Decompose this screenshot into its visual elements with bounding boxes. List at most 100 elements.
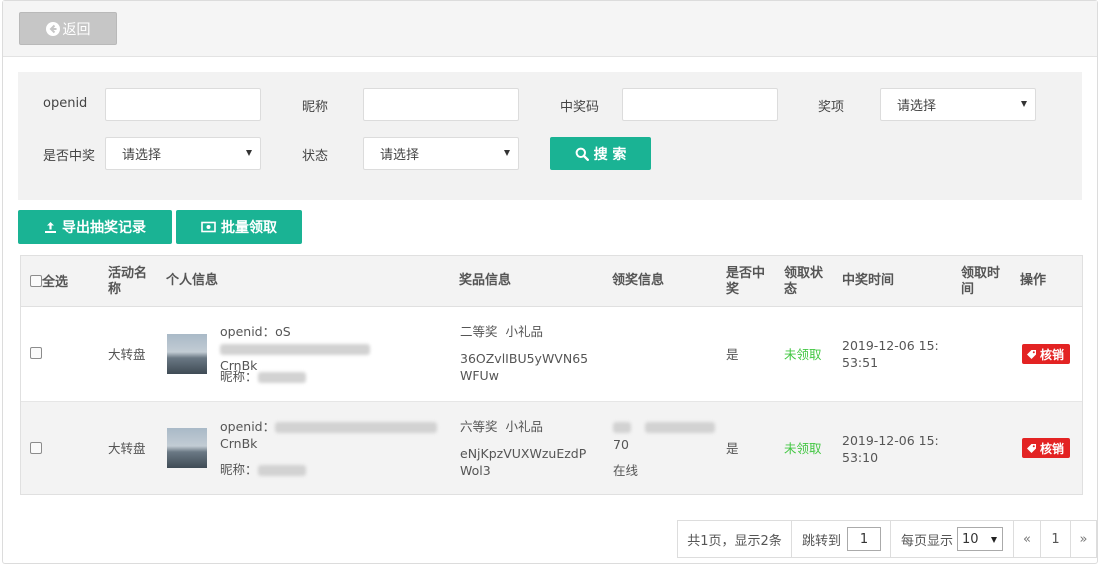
prev-page-glyph: « — [1023, 531, 1031, 547]
header-prize: 奖品信息 — [459, 273, 512, 288]
header-is-win: 是否中奖 — [726, 266, 766, 297]
top-toolbar: 返回 — [3, 1, 1097, 57]
pagination-page-1[interactable]: 1 — [1040, 520, 1071, 558]
batch-claim-button[interactable]: 批量领取 — [176, 210, 302, 244]
redacted-nickname — [257, 465, 306, 476]
win-time-value: 2019-12-06 15:53:10 — [842, 433, 939, 465]
openid-prefix: openid： — [220, 419, 276, 434]
chevron-down-icon — [246, 150, 252, 156]
win-time-value: 2019-12-06 15:53:51 — [842, 338, 939, 370]
avatar — [167, 334, 207, 374]
redacted-phone — [644, 422, 715, 433]
export-icon — [45, 221, 56, 233]
header-select-all: 全选 — [42, 275, 69, 290]
next-page-glyph: » — [1079, 531, 1088, 547]
header-personal: 个人信息 — [166, 273, 219, 288]
win-code-label: 中奖码 — [560, 100, 600, 115]
header-claim-info: 领奖信息 — [612, 273, 665, 288]
table-header: 全选 活动名称 个人信息 奖品信息 领奖信息 是否中奖 领取状态 中奖时间 领取… — [21, 256, 1082, 307]
pagination-page-size: 每页显示 10 — [890, 520, 1014, 558]
prize-code: 36OZvlIBU5yWVN65WFUw — [460, 351, 589, 383]
redacted-claimant — [613, 422, 631, 433]
nickname-label: 昵称 — [302, 100, 329, 115]
per-page-label: 每页显示 — [901, 533, 954, 549]
export-records-label: 导出抽奖记录 — [62, 220, 146, 236]
pagination-summary-text: 共1页，显示2条 — [687, 533, 782, 549]
avatar — [167, 428, 207, 468]
search-button-label: 搜 索 — [593, 146, 627, 163]
prize-label: 奖项 — [818, 100, 845, 115]
redacted-openid — [275, 422, 438, 433]
chevron-down-icon — [504, 150, 510, 156]
table-row: 大转盘 openid：oS CrnBk 昵称： 二等奖 小礼品 36OZvlIB… — [21, 307, 1082, 401]
status-select-value: 请选择 — [380, 148, 420, 163]
per-page-select[interactable]: 10 — [957, 527, 1004, 551]
search-button[interactable]: 搜 索 — [550, 137, 651, 170]
redacted-openid — [220, 344, 370, 355]
verify-button[interactable]: 核销 — [1022, 344, 1071, 364]
activity-name: 大转盘 — [108, 347, 146, 362]
verify-button-label: 核销 — [1040, 441, 1065, 456]
openid-text: openid：oS CrnBk — [220, 323, 440, 374]
pagination-next[interactable]: » — [1070, 520, 1097, 558]
pagination-summary: 共1页，显示2条 — [677, 520, 792, 558]
claim-info-line2: 70 — [613, 437, 629, 452]
prize-select-value: 请选择 — [897, 99, 937, 114]
prize-name: 六等奖 小礼品 — [460, 419, 543, 434]
win-code-input[interactable] — [622, 88, 778, 121]
is-win-value: 是 — [726, 441, 739, 456]
money-icon — [201, 221, 216, 233]
search-icon — [575, 147, 589, 161]
chevron-down-icon — [991, 537, 998, 543]
nickname-prefix: 昵称： — [220, 369, 258, 384]
arrow-left-circle-icon — [45, 21, 60, 36]
claim-info-line1 — [613, 418, 715, 435]
back-button-label: 返回 — [62, 21, 91, 38]
row-checkbox[interactable] — [30, 442, 42, 454]
records-table: 全选 活动名称 个人信息 奖品信息 领奖信息 是否中奖 领取状态 中奖时间 领取… — [20, 255, 1083, 495]
nickname-text: 昵称： — [220, 461, 306, 478]
header-activity: 活动名称 — [108, 266, 148, 297]
chevron-down-icon — [1021, 101, 1027, 107]
is-win-label: 是否中奖 — [43, 149, 96, 164]
openid-input[interactable] — [105, 88, 261, 121]
header-win-time: 中奖时间 — [842, 273, 895, 288]
table-row: 大转盘 openid： CrnBk 昵称： 六等奖 小礼品 eNjKpzVUXW… — [21, 401, 1082, 494]
claim-status-value: 未领取 — [784, 347, 822, 362]
export-records-button[interactable]: 导出抽奖记录 — [18, 210, 172, 244]
back-button[interactable]: 返回 — [19, 12, 117, 45]
jump-label: 跳转到 — [802, 533, 842, 549]
openid-label: openid — [43, 96, 88, 111]
header-claim-status: 领取状态 — [784, 266, 824, 297]
header-operation: 操作 — [1020, 273, 1047, 288]
pagination-jump: 跳转到 1 — [791, 520, 891, 558]
jump-page-input[interactable]: 1 — [847, 527, 882, 551]
page-frame: 返回 openid 昵称 中奖码 奖项 请选择 是否中奖 请选择 状态 请选择 … — [2, 0, 1098, 564]
is-win-select[interactable]: 请选择 — [105, 137, 261, 170]
activity-name: 大转盘 — [108, 441, 146, 456]
is-win-value: 是 — [726, 347, 739, 362]
row-checkbox[interactable] — [30, 347, 42, 359]
batch-claim-label: 批量领取 — [221, 220, 277, 236]
claim-status-value: 未领取 — [784, 441, 822, 456]
nickname-prefix: 昵称： — [220, 462, 258, 477]
tag-icon — [1027, 443, 1036, 453]
status-label: 状态 — [302, 149, 329, 164]
per-page-value: 10 — [962, 531, 979, 547]
nickname-input[interactable] — [363, 88, 519, 121]
redacted-nickname — [257, 372, 306, 383]
openid-text: openid： CrnBk — [220, 418, 440, 452]
search-panel: openid 昵称 中奖码 奖项 请选择 是否中奖 请选择 状态 请选择 搜 索 — [18, 72, 1082, 200]
verify-button[interactable]: 核销 — [1022, 438, 1071, 458]
prize-select[interactable]: 请选择 — [880, 88, 1036, 121]
status-select[interactable]: 请选择 — [363, 137, 519, 170]
prize-name: 二等奖 小礼品 — [460, 324, 543, 339]
jump-page-value: 1 — [859, 531, 869, 547]
is-win-select-value: 请选择 — [122, 148, 162, 163]
tag-icon — [1027, 349, 1036, 359]
pagination-prev[interactable]: « — [1013, 520, 1041, 558]
verify-button-label: 核销 — [1040, 347, 1065, 362]
nickname-text: 昵称： — [220, 368, 306, 385]
claim-info-line3: 在线 — [613, 463, 639, 478]
select-all-checkbox[interactable] — [30, 275, 42, 287]
